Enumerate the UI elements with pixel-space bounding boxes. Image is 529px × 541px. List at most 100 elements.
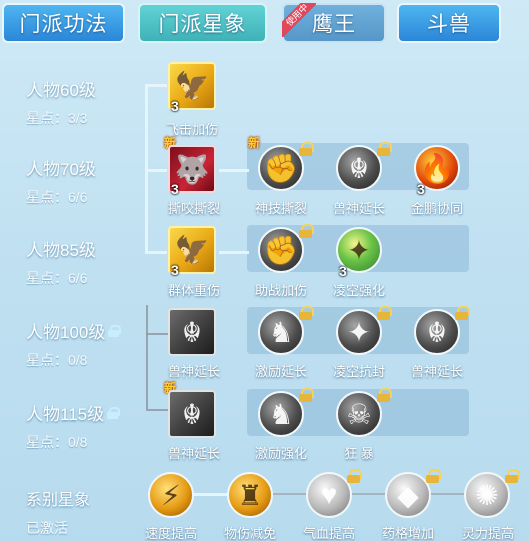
tab-eagle-king[interactable]: 使用中 鹰王	[282, 3, 386, 43]
lock-icon	[299, 306, 314, 320]
skill-flying-strike[interactable]: 🦅 3	[168, 62, 220, 114]
skill-inspire-extend[interactable]: ♞	[258, 306, 314, 361]
lock-icon	[299, 142, 314, 156]
row-label-60: 人物60级 星点：3/3	[26, 76, 96, 128]
speed-icon: ⚡	[161, 479, 181, 511]
tab-beast-fight[interactable]: 斗兽	[397, 3, 501, 43]
skill-assist-damage[interactable]: ✊	[258, 224, 314, 279]
spirit-icon: ☬	[427, 316, 447, 348]
row-stars: 星点：0/8	[26, 434, 88, 450]
row-label-85: 人物85级 星点：6/6	[26, 236, 96, 288]
spirit-icon: ☬	[182, 316, 202, 348]
skill-berserk[interactable]: ☠	[336, 388, 392, 443]
tab-label: 鹰王	[312, 13, 356, 36]
skill-name: 兽神延长	[167, 446, 221, 461]
lock-icon	[426, 469, 441, 483]
tree-connector-locked	[146, 305, 148, 409]
armor-icon: ♜	[237, 479, 263, 511]
footer-item-name: 物伤减免	[223, 526, 277, 541]
footer-armor[interactable]: ♜	[227, 472, 279, 524]
skill-level: 3	[339, 263, 347, 279]
skill-name: 凌空抗封	[332, 364, 386, 379]
row-label-115: 人物115级 星点：0/8	[26, 400, 121, 452]
footer-item-name: 速度提高	[144, 526, 198, 541]
skill-name: 兽神延长	[410, 364, 464, 379]
in-use-ribbon: 使用中	[282, 3, 316, 37]
tab-label: 门派功法	[19, 13, 108, 36]
row-label-100: 人物100级 星点：0/8	[26, 318, 122, 370]
tree-connector-locked	[146, 333, 168, 335]
skill-name: 激励强化	[254, 446, 308, 461]
skill-beast-god-extend-115[interactable]: 新 ☬	[164, 381, 220, 442]
skill-divine-tear[interactable]: 新 ✊	[248, 136, 314, 197]
skill-name: 兽神延长	[332, 201, 386, 216]
skill-bite-tear[interactable]: 新 🐺 3	[164, 136, 220, 197]
lock-icon	[455, 306, 470, 320]
row-level: 人物100级	[26, 318, 122, 343]
footer-item-name: 气血提高	[302, 526, 356, 541]
spirit-icon: ☬	[182, 398, 202, 430]
warrior-icon: ♞	[268, 398, 294, 430]
skill-level: 3	[171, 262, 179, 278]
lock-icon	[347, 469, 362, 483]
row-stars: 星点：6/6	[26, 270, 88, 286]
tab-label: 门派星象	[158, 13, 247, 36]
series-status: 已激活	[26, 520, 68, 536]
footer-item-name: 灵力提高	[461, 526, 515, 541]
skill-name: 神技撕裂	[254, 201, 308, 216]
footer-hp[interactable]: ♥	[306, 469, 362, 524]
skill-beast-god-extend[interactable]: ☬	[336, 142, 392, 197]
lock-icon	[107, 406, 121, 419]
gem-icon: ◆	[397, 479, 419, 511]
skill-beast-god-extend-100[interactable]: ☬	[168, 308, 220, 360]
lock-icon	[377, 306, 392, 320]
skill-name: 撕咬撕裂	[167, 201, 221, 216]
skill-aerial-resist[interactable]: ✦	[336, 306, 392, 361]
spark-icon: ✺	[475, 479, 499, 511]
skill-aerial-boost[interactable]: ✦ 3	[336, 227, 388, 279]
tree-connector	[145, 251, 167, 254]
skill-name: 激励延长	[254, 364, 308, 379]
row-stars: 星点：6/6	[26, 189, 88, 205]
skill-name: 凌空强化	[332, 283, 386, 298]
skill-level: 3	[417, 181, 425, 197]
row-label-70: 人物70级 星点：6/6	[26, 155, 96, 207]
heart-icon: ♥	[320, 479, 338, 510]
lock-icon	[299, 388, 314, 402]
tab-bar: 门派功法 门派星象 使用中 鹰王 斗兽	[0, 0, 529, 50]
strike-icon: ✊	[263, 234, 299, 266]
tab-sect-constellation[interactable]: 门派星象	[138, 3, 267, 43]
tab-sect-skills[interactable]: 门派功法	[2, 3, 125, 43]
tree-connector	[219, 251, 249, 254]
row-stars: 星点：0/8	[26, 352, 88, 368]
demon-mask-icon: ☠	[346, 398, 372, 430]
footer-item-name: 药格增加	[381, 526, 435, 541]
footer-spirit[interactable]: ✺	[464, 469, 520, 524]
footer-speed[interactable]: ⚡	[148, 472, 200, 524]
lock-icon	[505, 469, 520, 483]
series-title: 系别星象	[26, 492, 91, 509]
lock-icon	[108, 324, 122, 337]
skill-inspire-boost[interactable]: ♞	[258, 388, 314, 443]
skill-name: 群体重伤	[167, 283, 221, 298]
row-level: 人物60级	[26, 81, 96, 100]
footer-connector-locked	[272, 493, 468, 495]
lock-icon	[299, 224, 314, 238]
skill-golden-roc[interactable]: 🔥 3	[414, 145, 466, 197]
row-level: 人物70级	[26, 160, 96, 179]
skill-beast-god-extend-2[interactable]: ☬	[414, 306, 470, 361]
lock-icon	[377, 142, 392, 156]
strike-icon: ✊	[263, 152, 299, 184]
tree-connector	[145, 169, 167, 172]
skill-level: 3	[171, 98, 179, 114]
skill-group-wound[interactable]: 🦅 3	[168, 226, 220, 278]
lock-icon	[377, 388, 392, 402]
new-tag: 新	[248, 136, 261, 150]
skill-name: 金鹏协同	[410, 201, 464, 216]
tree-connector-locked	[146, 409, 168, 411]
row-level: 人物115级	[26, 400, 121, 425]
footer-potion-slot[interactable]: ◆	[385, 469, 441, 524]
skill-name: 狂 暴	[344, 446, 374, 461]
tree-connector	[145, 84, 167, 87]
row-stars: 星点：3/3	[26, 110, 88, 126]
